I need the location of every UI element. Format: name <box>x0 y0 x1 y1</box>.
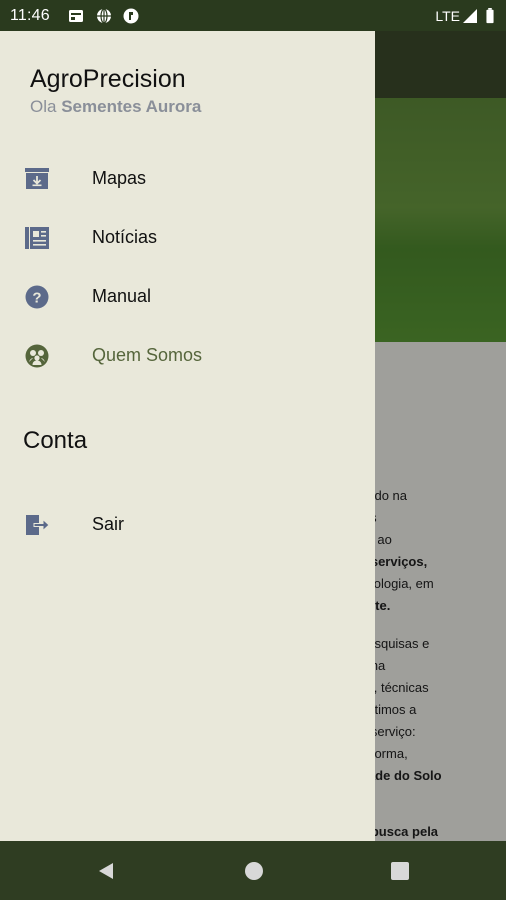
system-nav-bar <box>0 841 506 900</box>
menu-item-manual[interactable]: ? Manual <box>0 271 375 323</box>
menu-label: Quem Somos <box>92 345 203 365</box>
archive-download-icon <box>25 168 49 189</box>
menu-label: Mapas <box>92 168 147 188</box>
section-title-conta: Conta <box>23 427 88 454</box>
menu-item-sair[interactable]: Sair <box>0 499 375 551</box>
group-icon <box>25 344 49 368</box>
menu-item-quem-somos[interactable]: Quem Somos <box>0 330 375 382</box>
signal-icon <box>463 9 477 23</box>
globe-icon <box>97 8 111 24</box>
home-icon[interactable] <box>244 861 264 881</box>
back-icon[interactable] <box>96 861 116 881</box>
app-name: AgroPrecision <box>30 65 186 93</box>
help-circle-icon: ? <box>25 285 49 309</box>
user-name: Sementes Aurora <box>61 97 202 116</box>
user-greeting: Ola Sementes Aurora <box>30 97 201 117</box>
network-type: LTE <box>435 8 460 24</box>
menu-label: Notícias <box>92 227 158 247</box>
menu-item-mapas[interactable]: Mapas <box>0 153 375 205</box>
svg-text:?: ? <box>32 290 41 307</box>
menu-item-noticias[interactable]: Notícias <box>0 212 375 264</box>
app-badge-icon <box>123 8 139 24</box>
greeting-prefix: Ola <box>30 97 57 116</box>
battery-icon <box>486 8 494 24</box>
menu-label: Manual <box>92 286 152 306</box>
status-time: 11:46 <box>10 7 50 24</box>
recents-icon[interactable] <box>390 861 410 881</box>
newspaper-icon <box>25 227 49 249</box>
status-bar: 11:46 LTE <box>0 0 506 31</box>
navigation-drawer: AgroPrecision Ola Sementes Aurora Mapas … <box>0 31 375 841</box>
logout-icon <box>26 515 50 535</box>
notification-app-icon <box>69 10 83 22</box>
menu-label: Sair <box>92 514 125 534</box>
